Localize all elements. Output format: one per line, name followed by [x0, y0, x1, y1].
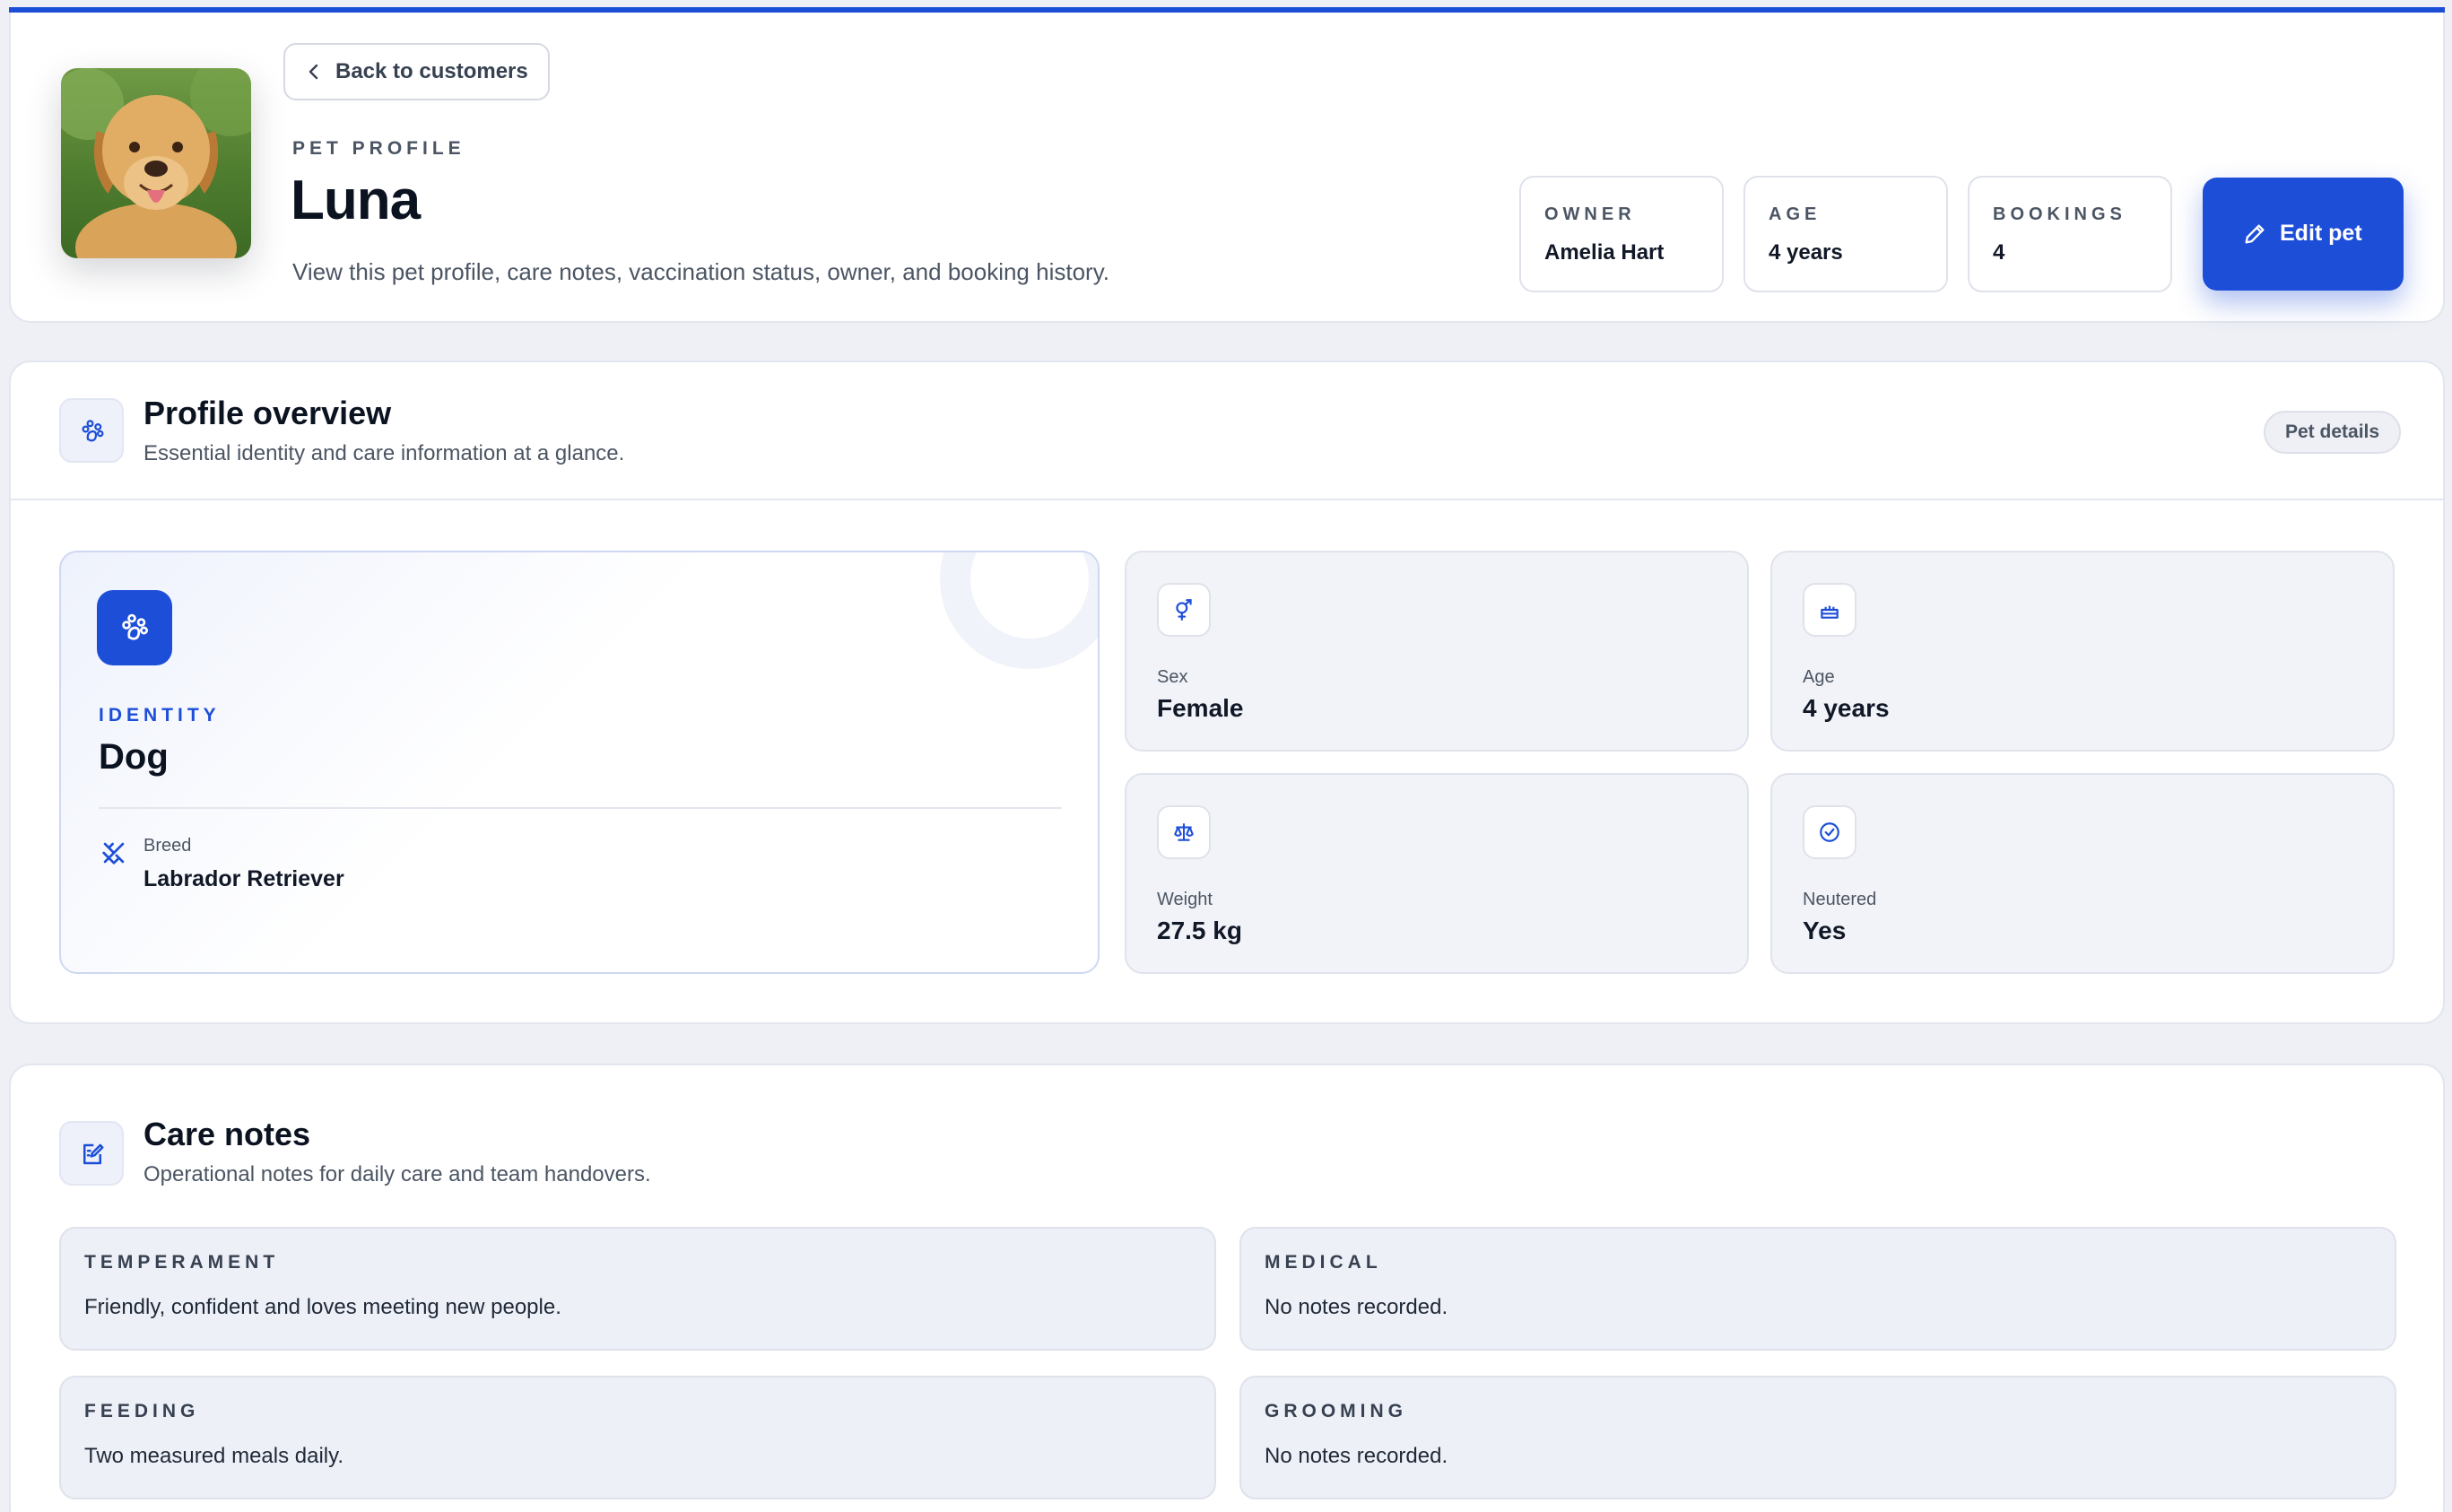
edit-note-icon [83, 1143, 104, 1165]
pet-photo [61, 68, 251, 258]
note-text: Friendly, confident and loves meeting ne… [84, 1295, 561, 1319]
identity-divider [99, 807, 1062, 809]
attribute-value: Female [1157, 694, 1244, 722]
stat-label: OWNER [1544, 204, 1636, 224]
profile-overview-section: Profile overview Essential identity and … [9, 361, 2445, 1024]
attribute-value: Yes [1803, 917, 1847, 944]
attribute-icon [1157, 583, 1211, 637]
note-text: No notes recorded. [1265, 1295, 1448, 1319]
section-title: Care notes [143, 1116, 311, 1152]
attribute-label: Weight [1157, 890, 1213, 909]
chevron-left-icon [309, 64, 318, 80]
pet-details-badge: Pet details [2264, 411, 2402, 454]
attribute-label: Sex [1157, 667, 1188, 687]
identity-icon [97, 590, 172, 665]
neutered-card: Neutered Yes [1770, 773, 2395, 974]
note-label: MEDICAL [1265, 1252, 1382, 1273]
note-label: GROOMING [1265, 1401, 1407, 1421]
note-label: FEEDING [84, 1401, 200, 1421]
scale-icon [1174, 823, 1194, 841]
stat-value: 4 years [1769, 240, 1843, 265]
gender-icon [1176, 599, 1192, 621]
feeding-note: FEEDING Two measured meals daily. [59, 1376, 1216, 1499]
medical-note: MEDICAL No notes recorded. [1239, 1227, 2396, 1351]
owner-stat: OWNER Amelia Hart [1519, 176, 1724, 292]
section-subtitle: Essential identity and care information … [143, 441, 625, 465]
check-circle-icon [1820, 822, 1839, 842]
section-icon [59, 1121, 124, 1186]
care-notes-section: Care notes Operational notes for daily c… [9, 1064, 2445, 1512]
breed-label: Breed [143, 836, 192, 856]
species-value: Dog [99, 737, 169, 777]
page-eyebrow: PET PROFILE [292, 138, 465, 159]
temperament-note: TEMPERAMENT Friendly, confident and love… [59, 1227, 1216, 1351]
back-button-label: Back to customers [335, 59, 528, 83]
top-accent-bar [9, 7, 2445, 13]
paw-icon [82, 420, 104, 442]
bookings-stat: BOOKINGS 4 [1968, 176, 2172, 292]
stat-label: BOOKINGS [1993, 204, 2126, 224]
section-title: Profile overview [143, 395, 392, 431]
identity-tag: IDENTITY [99, 705, 221, 726]
dog-photo-icon [61, 68, 251, 258]
attribute-label: Age [1803, 667, 1835, 687]
dna-icon [102, 842, 125, 865]
pet-profile-page: Back to customers PET PROFILE Luna View … [0, 0, 2452, 1512]
note-text: No notes recorded. [1265, 1444, 1448, 1468]
attribute-value: 4 years [1803, 694, 1890, 722]
weight-card: Weight 27.5 kg [1125, 773, 1749, 974]
section-subtitle: Operational notes for daily care and tea… [143, 1162, 651, 1186]
age-stat: AGE 4 years [1743, 176, 1948, 292]
paw-icon [122, 613, 148, 640]
stat-value: Amelia Hart [1544, 240, 1665, 265]
stat-value: 4 [1993, 240, 2005, 265]
breed-value: Labrador Retriever [143, 866, 344, 891]
page-description: View this pet profile, care notes, vacci… [292, 258, 1109, 285]
stat-label: AGE [1769, 204, 1822, 224]
age-card: Age 4 years [1770, 551, 2395, 752]
edit-pet-label: Edit pet [2280, 221, 2362, 246]
attribute-icon [1803, 583, 1856, 637]
attribute-icon [1803, 805, 1856, 859]
attribute-label: Neutered [1803, 890, 1877, 909]
back-to-customers-button[interactable]: Back to customers [283, 43, 550, 100]
section-icon [59, 398, 124, 463]
cake-icon [1821, 605, 1839, 619]
grooming-note: GROOMING No notes recorded. [1239, 1376, 2396, 1499]
note-text: Two measured meals daily. [84, 1444, 344, 1468]
page-title: Luna [291, 169, 421, 231]
attribute-value: 27.5 kg [1157, 917, 1242, 944]
identity-card: IDENTITY Dog Breed Labrador Retriever [59, 551, 1100, 974]
decorative-ring [940, 552, 1098, 669]
pencil-icon [2245, 224, 2265, 244]
note-label: TEMPERAMENT [84, 1252, 280, 1273]
edit-pet-button[interactable]: Edit pet [2203, 178, 2404, 291]
sex-card: Sex Female [1125, 551, 1749, 752]
attribute-icon [1157, 805, 1211, 859]
pet-header-card: Back to customers PET PROFILE Luna View … [9, 7, 2445, 323]
section-divider [11, 499, 2443, 500]
